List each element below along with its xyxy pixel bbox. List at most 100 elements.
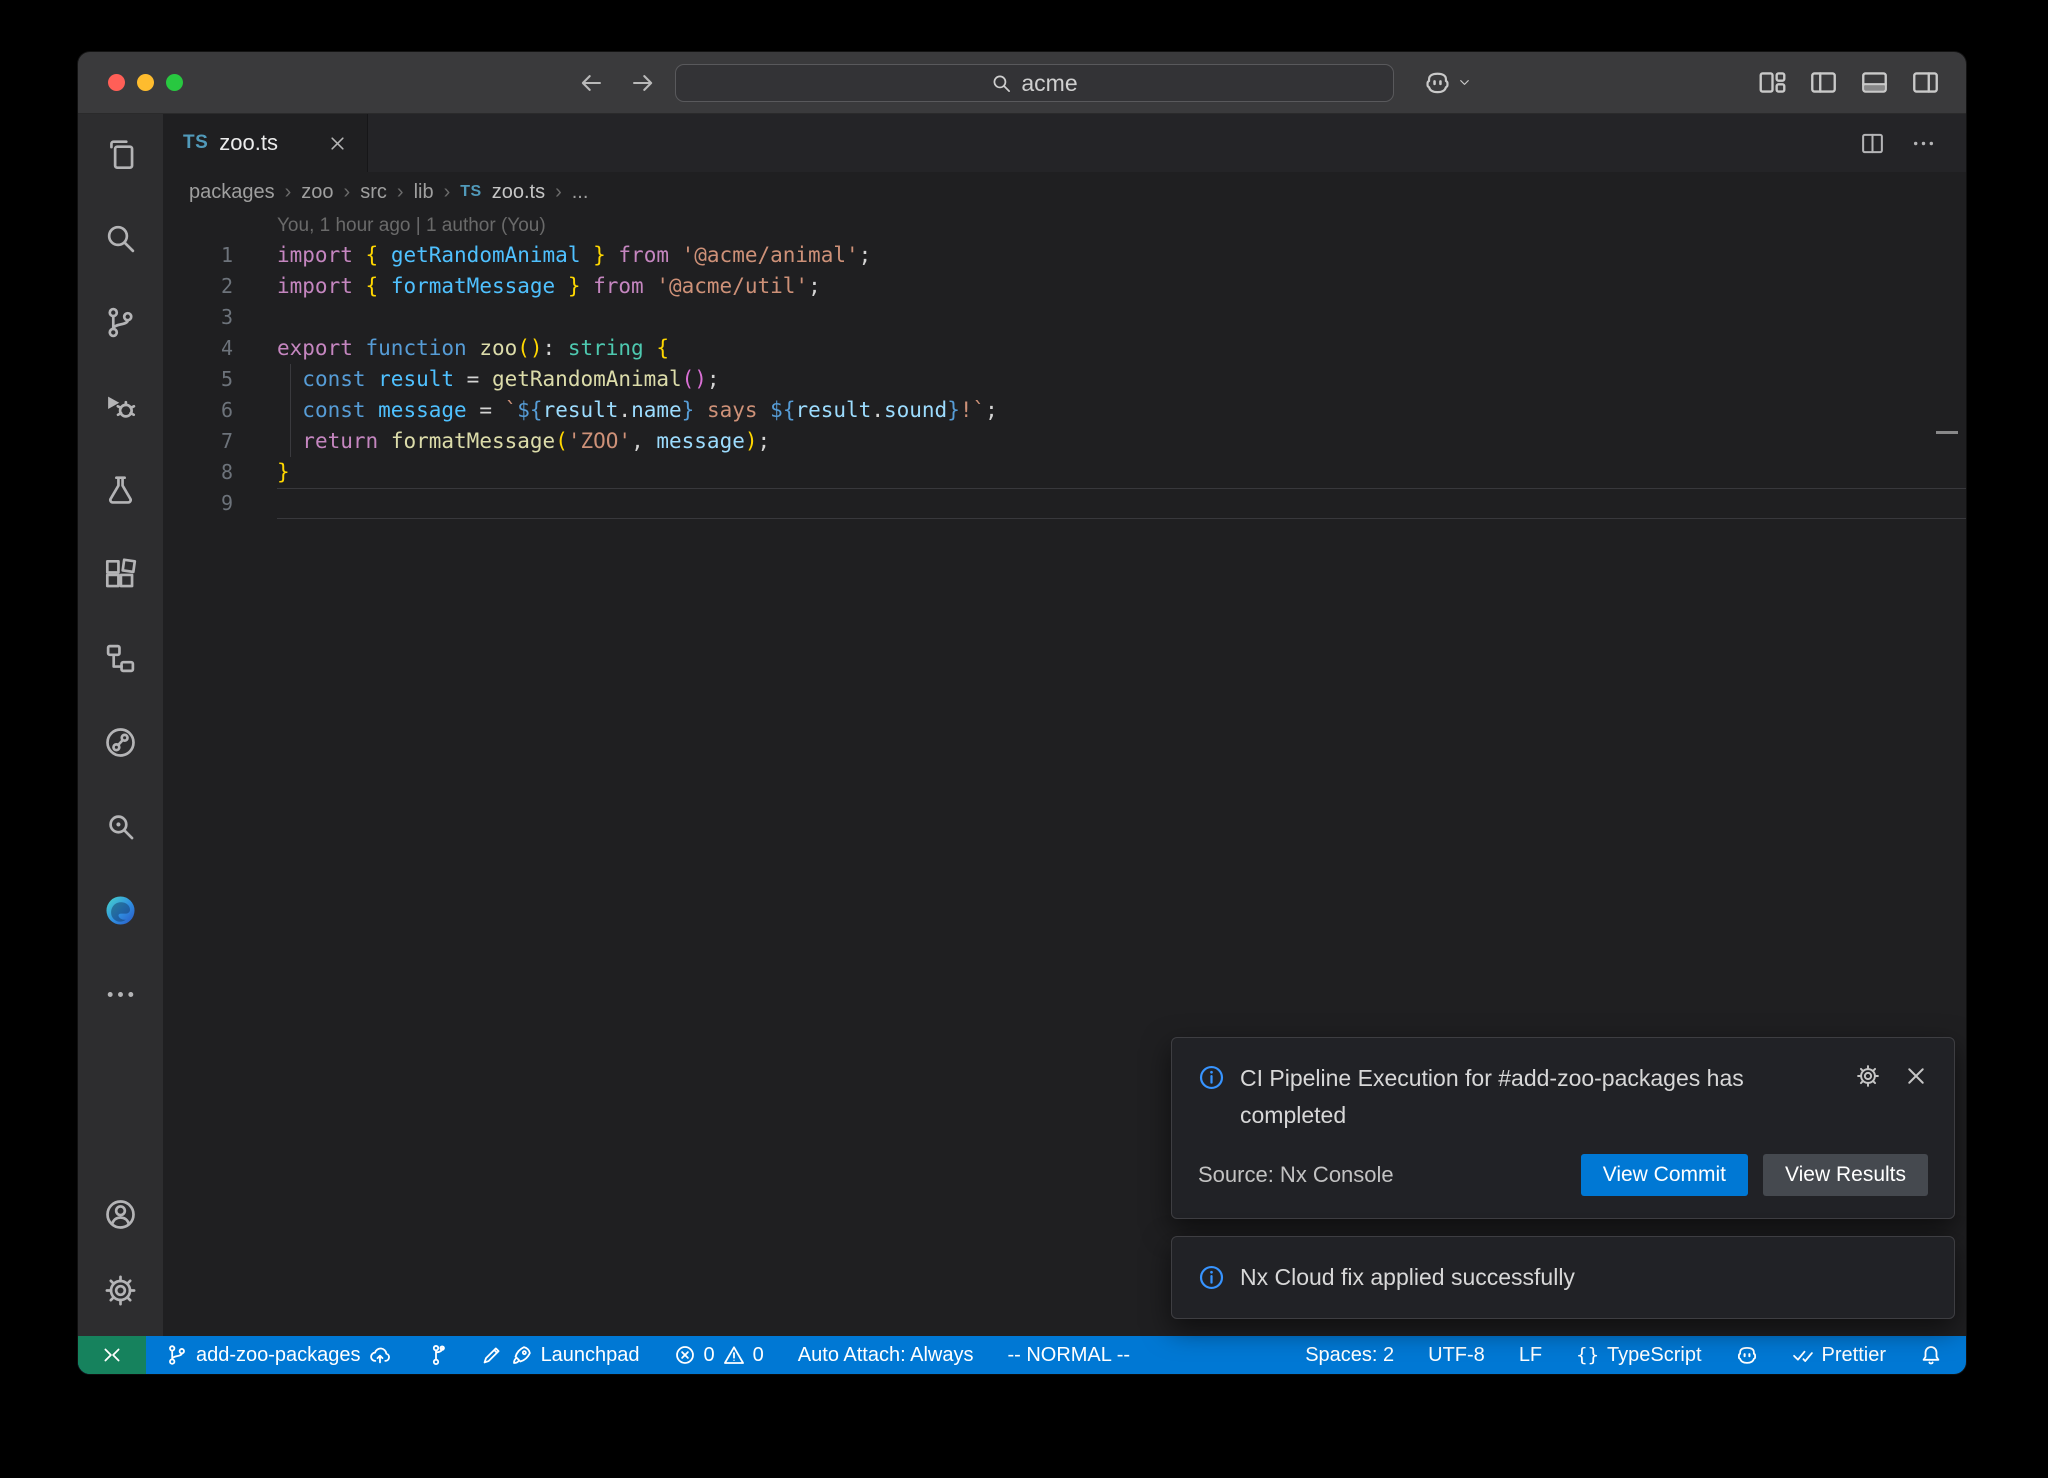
edge-browser-icon[interactable] <box>95 884 147 936</box>
notification-settings-gear-icon[interactable] <box>1856 1064 1880 1088</box>
breadcrumb-item[interactable]: src <box>360 181 387 204</box>
line-number: 3 <box>163 302 233 333</box>
explorer-icon[interactable] <box>95 128 147 180</box>
back-arrow-icon[interactable] <box>578 70 604 96</box>
tab-title: zoo.ts <box>219 130 317 156</box>
braces-icon: {} <box>1576 1344 1599 1366</box>
minimize-window-button[interactable] <box>137 74 154 91</box>
double-check-icon <box>1792 1344 1814 1366</box>
split-editor-icon[interactable] <box>1860 131 1885 156</box>
customize-layout-icon[interactable] <box>1758 68 1787 97</box>
breadcrumb-item[interactable]: lib <box>414 181 434 204</box>
tab-zoo-ts[interactable]: TS zoo.ts <box>163 114 368 172</box>
code-line[interactable]: 5 const result = getRandomAnimal(); <box>163 364 1966 395</box>
line-number: 5 <box>163 364 233 395</box>
notification-message: CI Pipeline Execution for #add-zoo-packa… <box>1240 1060 1805 1134</box>
line-number: 8 <box>163 457 233 488</box>
launchpad-button[interactable]: Launchpad <box>475 1336 646 1374</box>
error-count: 0 <box>704 1344 715 1367</box>
launchpad-label: Launchpad <box>541 1344 640 1367</box>
line-number: 7 <box>163 426 233 457</box>
notification-source: Source: Nx Console <box>1198 1162 1394 1188</box>
status-bar: add-zoo-packages Launchpad 0 0 Auto Atta… <box>78 1336 1966 1374</box>
account-icon[interactable] <box>95 1188 147 1240</box>
code-line-content <box>277 488 1966 519</box>
forward-arrow-icon[interactable] <box>630 70 656 96</box>
chevron-right-icon: › <box>555 181 562 204</box>
indentation-status[interactable]: Spaces: 2 <box>1299 1336 1400 1374</box>
indent-guide <box>290 364 291 457</box>
editor-more-actions-icon[interactable] <box>1911 131 1936 156</box>
breadcrumb-file[interactable]: zoo.ts <box>492 181 545 204</box>
more-views-icon[interactable] <box>95 968 147 1020</box>
code-line-content: export function zoo(): string { <box>277 333 1966 364</box>
source-control-graph-button[interactable] <box>419 1336 453 1374</box>
view-commit-button[interactable]: View Commit <box>1581 1154 1748 1196</box>
breadcrumb: packages› zoo› src› lib› TS zoo.ts› ... <box>163 172 1966 212</box>
nx-console-icon[interactable] <box>95 632 147 684</box>
search-sidebar-icon[interactable] <box>95 212 147 264</box>
toggle-secondary-sidebar-icon[interactable] <box>1911 68 1940 97</box>
testing-icon[interactable] <box>95 464 147 516</box>
breadcrumb-symbol-overflow[interactable]: ... <box>572 181 589 204</box>
line-number: 9 <box>163 488 233 519</box>
typescript-file-icon: TS <box>183 132 208 154</box>
code-line[interactable]: 7 return formatMessage('ZOO', message); <box>163 426 1966 457</box>
toggle-panel-icon[interactable] <box>1860 68 1889 97</box>
branch-name: add-zoo-packages <box>196 1344 361 1367</box>
problems-status[interactable]: 0 0 <box>668 1336 770 1374</box>
chevron-right-icon: › <box>285 181 292 204</box>
notification-center: CI Pipeline Execution for #add-zoo-packa… <box>1171 1037 1955 1319</box>
notification-message: Nx Cloud fix applied successfully <box>1240 1259 1575 1296</box>
view-results-button[interactable]: View Results <box>1763 1154 1928 1196</box>
chevron-right-icon: › <box>444 181 451 204</box>
eol-status[interactable]: LF <box>1513 1336 1548 1374</box>
chevron-down-icon[interactable] <box>1457 75 1472 90</box>
code-line[interactable]: 9 <box>163 488 1966 519</box>
code-line-content: } <box>277 457 1966 488</box>
settings-gear-icon[interactable] <box>95 1264 147 1316</box>
code-line[interactable]: 1import { getRandomAnimal } from '@acme/… <box>163 240 1966 271</box>
notification-close-icon[interactable] <box>1904 1064 1928 1088</box>
git-branch-status[interactable]: add-zoo-packages <box>160 1336 397 1374</box>
command-center-search[interactable]: acme <box>675 64 1394 102</box>
line-number: 2 <box>163 271 233 302</box>
copilot-status[interactable] <box>1730 1336 1764 1374</box>
toggle-primary-sidebar-icon[interactable] <box>1809 68 1838 97</box>
activity-bar <box>78 114 163 1336</box>
close-window-button[interactable] <box>108 74 125 91</box>
tab-close-icon[interactable] <box>328 134 347 153</box>
code-line[interactable]: 3 <box>163 302 1966 333</box>
code-line-content <box>277 302 1966 333</box>
warning-count: 0 <box>753 1344 764 1367</box>
code-line[interactable]: 6 const message = `${result.name} says $… <box>163 395 1966 426</box>
typescript-file-icon: TS <box>460 183 481 201</box>
code-line-content: const result = getRandomAnimal(); <box>277 364 1966 395</box>
code-line[interactable]: 2 import { formatMessage } from '@acme/ut… <box>163 271 1966 302</box>
zoom-window-button[interactable] <box>166 74 183 91</box>
formatter-status[interactable]: Prettier <box>1786 1336 1892 1374</box>
search-references-icon[interactable] <box>95 800 147 852</box>
auto-attach-status[interactable]: Auto Attach: Always <box>792 1336 980 1374</box>
language-mode-status[interactable]: {} TypeScript <box>1570 1336 1707 1374</box>
code-line-content: import { formatMessage } from '@acme/uti… <box>277 271 1966 302</box>
encoding-status[interactable]: UTF-8 <box>1422 1336 1491 1374</box>
git-blame-annotation: You, 1 hour ago | 1 author (You) <box>277 212 1966 240</box>
pipeline-graph-icon[interactable] <box>95 716 147 768</box>
vim-mode-indicator[interactable]: -- NORMAL -- <box>1001 1336 1136 1374</box>
copilot-icon[interactable] <box>1424 69 1451 96</box>
notifications-bell-icon[interactable] <box>1914 1336 1948 1374</box>
line-number: 1 <box>163 240 233 271</box>
breadcrumb-item[interactable]: packages <box>189 181 275 204</box>
info-icon <box>1198 1264 1225 1291</box>
remote-indicator[interactable] <box>78 1336 146 1374</box>
extensions-icon[interactable] <box>95 548 147 600</box>
source-control-icon[interactable] <box>95 296 147 348</box>
code-line[interactable]: 8} <box>163 457 1966 488</box>
run-debug-icon[interactable] <box>95 380 147 432</box>
breadcrumb-item[interactable]: zoo <box>301 181 333 204</box>
code-line[interactable]: 4 export function zoo(): string { <box>163 333 1966 364</box>
info-icon <box>1198 1060 1225 1091</box>
line-number: 4 <box>163 333 233 364</box>
code-line-content: return formatMessage('ZOO', message); <box>277 426 1966 457</box>
